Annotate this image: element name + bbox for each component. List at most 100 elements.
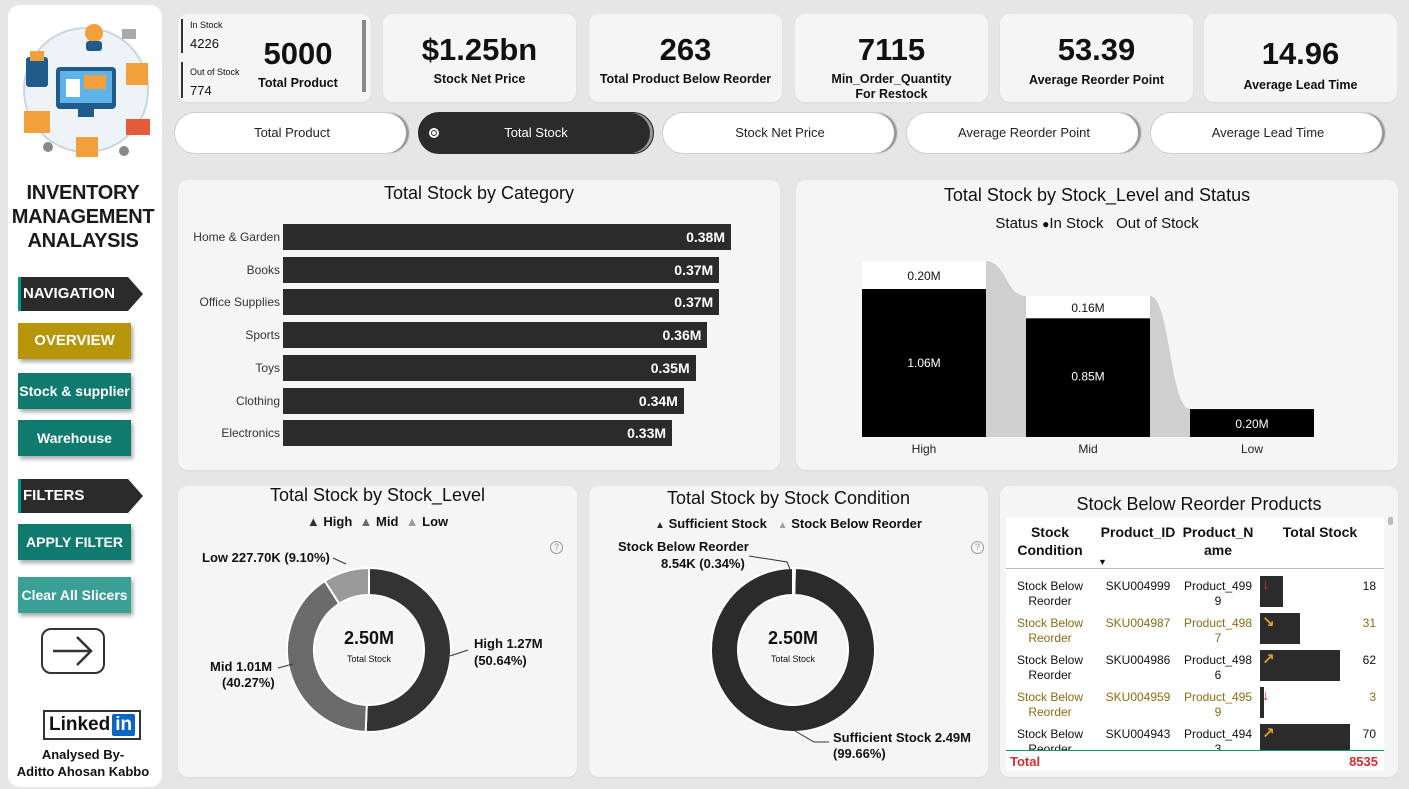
radio-selected-icon — [429, 128, 439, 138]
stock-net-price-value: $1.25bn — [421, 32, 538, 67]
warehouse-button[interactable]: Warehouse — [18, 420, 131, 456]
header-stock-condition[interactable]: Stock Condition — [1008, 523, 1092, 559]
category-label: Office Supplies — [199, 295, 281, 310]
level-donut-mid-label-1: Mid 1.01M — [210, 659, 273, 674]
cell-product-id: SKU004986 — [1105, 653, 1171, 667]
stock-level-slice[interactable] — [364, 566, 452, 733]
condition-donut-below-label-1: Stock Below Reorder — [618, 539, 749, 554]
linkedin-text: Linked — [49, 714, 111, 735]
level-donut-center-label: Total Stock — [346, 654, 392, 664]
level-status-chart-panel: Total Stock by Stock_Level and Status St… — [796, 180, 1398, 470]
tab-stock-net-price[interactable]: Stock Net Price — [662, 112, 898, 154]
app-title-line-2: MANAGEMENT — [11, 206, 155, 228]
header-product-name[interactable]: Product_N ame — [1182, 523, 1254, 559]
condition-donut-center-value: 2.50M — [767, 628, 819, 648]
cell-total-stock: 31 — [1362, 616, 1376, 630]
overview-button[interactable]: OVERVIEW — [18, 323, 131, 359]
min-order-sublabel: For Restock — [855, 87, 928, 101]
app-title-line-1: INVENTORY — [26, 182, 140, 204]
category-bar[interactable]: 0.38M — [283, 224, 731, 250]
in-stock-label: In Stock — [190, 20, 223, 30]
category-bar[interactable]: 0.37M — [283, 289, 720, 316]
arrow-right-icon — [53, 636, 93, 666]
category-bar-value: 0.36M — [662, 327, 702, 344]
table-row[interactable]: Stock Below Reorder SKU004987 Product_498 … — [1006, 612, 1384, 648]
category-label: Books — [246, 262, 280, 277]
avg-reorder-value: 53.39 — [1057, 32, 1136, 67]
cell-stock-condition: Stock Below Reorder — [1016, 653, 1084, 682]
header-total-stock[interactable]: Total Stock — [1272, 523, 1368, 541]
category-label: Home & Garden — [193, 230, 280, 244]
cell-product-name: Product_499 9 — [1183, 579, 1253, 608]
category-bar[interactable]: 0.35M — [283, 354, 696, 381]
tab-avg-reorder-point[interactable]: Average Reorder Point — [906, 112, 1142, 154]
linkedin-logo[interactable]: Linked in — [43, 710, 142, 740]
analysed-by-label: Analysed By- — [41, 747, 125, 762]
tab-total-product[interactable]: Total Product — [174, 112, 410, 154]
category-bar-value: 0.34M — [638, 392, 678, 409]
clear-slicers-button[interactable]: Clear All Slicers — [18, 577, 131, 613]
cell-product-name: Product_498 7 — [1183, 616, 1253, 645]
reorder-table-panel: Stock Below Reorder Products Stock Condi… — [1000, 486, 1398, 777]
level-status-chart-svg: 0.20M 1.06M High 0.16M 0.85M Mid 0.20M Low — [862, 261, 1314, 456]
category-bar[interactable]: 0.37M — [283, 256, 720, 283]
table-row[interactable]: Stock Below Reorder SKU004959 Product_495 … — [1006, 686, 1384, 722]
in-stock-value: 1.06M — [907, 356, 940, 370]
linkedin-in-icon: in — [112, 714, 136, 736]
in-stock-value: 4226 — [190, 36, 219, 51]
kpi-avg-reorder-card: 53.39 Average Reorder Point — [1000, 14, 1193, 102]
next-page-button[interactable] — [41, 628, 105, 674]
min-order-label: Min_Order_Quantity — [831, 72, 952, 86]
tab-avg-lead-time[interactable]: Average Lead Time — [1150, 112, 1386, 154]
table-row[interactable]: Stock Below Reorder SKU004999 Product_499 … — [1006, 575, 1384, 611]
category-bar-value: 0.35M — [650, 359, 690, 376]
out-of-stock-value: 774 — [190, 83, 212, 98]
kpi-stock-net-price-card: $1.25bn Stock Net Price — [383, 14, 576, 102]
category-bar[interactable]: 0.36M — [283, 322, 708, 349]
level-donut-low-label: Low 227.70K (9.10%) — [202, 550, 330, 565]
below-reorder-value: 263 — [659, 32, 712, 67]
cell-total-stock: 70 — [1362, 727, 1376, 741]
condition-donut-center-label: Total Stock — [770, 654, 816, 664]
author-name: Aditto Ahosan Kabbo — [16, 764, 150, 779]
stack-ribbon — [1150, 295, 1190, 437]
cell-product-id: SKU004943 — [1105, 727, 1171, 741]
cell-stock-condition: Stock Below Reorder — [1016, 579, 1084, 608]
avg-lead-label: Average Lead Time — [1243, 78, 1358, 92]
out-of-stock-value: 0.16M — [1071, 301, 1104, 315]
table-scrollbar[interactable] — [1388, 517, 1393, 525]
total-product-label: Total Product — [258, 76, 338, 90]
min-order-value: 7115 — [857, 32, 926, 67]
header-product-id[interactable]: Product_ID — [1098, 523, 1178, 541]
category-bar-value: 0.37M — [674, 261, 714, 278]
below-reorder-label: Total Product Below Reorder — [599, 72, 772, 86]
condition-donut-panel: Total Stock by Stock Condition ▲ Suffici… — [589, 486, 988, 777]
category-bar[interactable]: 0.34M — [283, 387, 684, 414]
in-stock-value: 0.20M — [1235, 417, 1268, 431]
stock-condition-slice[interactable] — [792, 566, 796, 597]
stock-net-price-label: Stock Net Price — [433, 72, 526, 86]
reorder-table: Stock Condition ▼ Product_ID Product_N a… — [1006, 517, 1384, 771]
cell-product-name: Product_495 9 — [1183, 690, 1253, 719]
trend-arrow-icon: ↗ — [1262, 651, 1275, 668]
total-label: Total — [1010, 754, 1041, 769]
inventory-logo-icon — [23, 24, 150, 157]
stock-supplier-button[interactable]: Stock & supplier — [18, 373, 131, 409]
table-row[interactable]: Stock Below Reorder SKU004986 Product_498 … — [1006, 649, 1384, 685]
cell-total-stock: 18 — [1362, 579, 1376, 593]
category-bar[interactable]: 0.33M — [283, 420, 673, 447]
tab-total-stock[interactable]: Total Stock — [418, 112, 654, 154]
leader-line — [332, 557, 347, 565]
table-total-row: Total 8535 — [1006, 750, 1384, 771]
sort-desc-icon[interactable]: ▼ — [1098, 557, 1107, 567]
out-of-stock-label: Out of Stock — [190, 67, 240, 77]
stock-level-tick: Low — [1241, 442, 1263, 456]
total-value: 8535 — [1349, 754, 1378, 769]
kpi-total-product-card: In Stock 4226 Out of Stock 774 5000 Tota… — [178, 14, 371, 102]
category-bar-value: 0.33M — [627, 425, 667, 442]
reorder-table-title: Stock Below Reorder Products — [1076, 494, 1322, 514]
leader-line — [748, 555, 791, 570]
avg-reorder-label: Average Reorder Point — [1029, 73, 1164, 87]
cell-product-id: SKU004999 — [1105, 579, 1171, 593]
apply-filter-button[interactable]: APPLY FILTER — [18, 524, 131, 560]
